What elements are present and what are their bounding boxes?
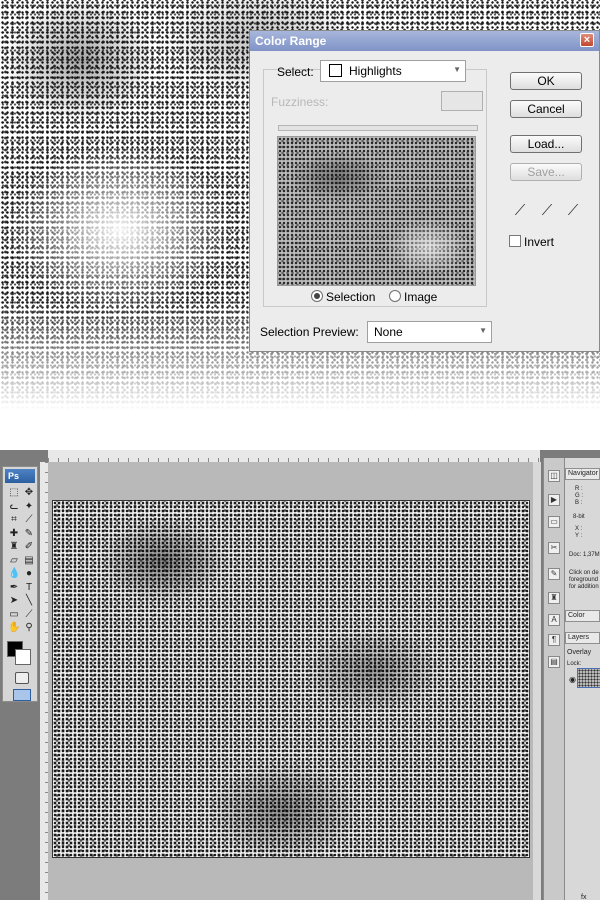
chevron-down-icon: ▼: [453, 65, 461, 74]
info-panel-icon[interactable]: ▭: [548, 516, 560, 528]
dialog-titlebar[interactable]: Color Range ×: [250, 31, 599, 51]
highlights-swatch-icon: [329, 64, 342, 77]
eraser-tool-icon[interactable]: ▱: [8, 555, 20, 567]
info-hint-line3: for addition: [569, 584, 599, 590]
history-brush-icon[interactable]: ✐: [23, 541, 35, 553]
info-r-label: R :: [575, 486, 583, 492]
invert-checkbox[interactable]: [509, 235, 521, 247]
fuzziness-label: Fuzziness:: [271, 95, 329, 109]
screen-mode-icon[interactable]: [13, 689, 31, 701]
hand-tool-icon[interactable]: ✋: [8, 622, 20, 634]
ps-logo: Ps: [5, 469, 35, 483]
select-dropdown[interactable]: Highlights ▼: [320, 60, 466, 82]
eyedropper-plus-icon[interactable]: ⟋: [538, 201, 556, 221]
gradient-tool-icon[interactable]: ▤: [23, 555, 35, 567]
move-tool-icon[interactable]: ✥: [23, 487, 35, 499]
eyedropper-minus-icon[interactable]: ⟋: [564, 201, 582, 221]
close-icon[interactable]: ×: [580, 33, 594, 47]
navigator-panel-icon[interactable]: ◫: [548, 470, 560, 482]
info-hint-line1: Click on de: [569, 570, 599, 576]
lock-label: Lock:: [567, 661, 582, 667]
ok-button[interactable]: OK: [510, 72, 582, 90]
chevron-down-icon: ▼: [479, 326, 487, 335]
panel-icon-strip: ◫ ▶ ▭ ✂ ✎ ♜ A ¶ ▤: [543, 458, 565, 900]
eye-visibility-icon[interactable]: ◉: [569, 676, 576, 684]
info-bit-depth: 8-bit: [573, 514, 585, 520]
image-radio-label: Image: [404, 290, 438, 304]
selection-preview-thumbnail: [277, 136, 476, 286]
stamp-tool-icon[interactable]: ♜: [8, 541, 20, 553]
line-tool-icon[interactable]: ╲: [23, 595, 35, 607]
selection-preview-value: None: [374, 325, 403, 339]
select-value: Highlights: [349, 64, 402, 78]
character-panel-icon[interactable]: A: [548, 614, 560, 626]
notes-tool-icon[interactable]: ▭: [8, 609, 20, 621]
info-hint-line2: foreground: [569, 577, 599, 583]
histogram-panel-icon[interactable]: ▶: [548, 494, 560, 506]
crop-tool-icon[interactable]: ⌗: [8, 514, 20, 526]
fuzziness-slider[interactable]: [278, 125, 478, 131]
notes-panel-icon[interactable]: ▤: [548, 656, 560, 668]
toolbox: Ps ⬚ ✥ ᓚ ✦ ⌗ ⟋ ✚ ✎ ♜ ✐ ▱ ▤ 💧 ● ✒ T ➤ ╲ ▭ ⟋ ✋ ⚲: [2, 466, 38, 702]
info-g-label: G :: [575, 493, 584, 499]
zoom-tool-icon[interactable]: ⚲: [23, 622, 35, 634]
background-color-swatch[interactable]: [15, 649, 31, 665]
fuzziness-input[interactable]: [441, 91, 483, 111]
selection-preview-label: Selection Preview:: [260, 325, 359, 339]
photoshop-workspace: Ps ⬚ ✥ ᓚ ✦ ⌗ ⟋ ✚ ✎ ♜ ✐ ▱ ▤ 💧 ● ✒ T ➤ ╲ ▭ ⟋ ✋ ⚲ ◫ ▶ ▭ ✂ ✎ ♜ A …: [0, 450, 600, 901]
load-button[interactable]: Load...: [510, 135, 582, 153]
clone-source-icon[interactable]: ♜: [548, 592, 560, 604]
healing-tool-icon[interactable]: ✚: [8, 528, 20, 540]
image-radio[interactable]: [389, 290, 401, 302]
type-tool-icon[interactable]: T: [23, 582, 35, 594]
save-button[interactable]: Save...: [510, 163, 582, 181]
tab-navigator[interactable]: Navigator: [565, 468, 600, 480]
info-x-label: X :: [575, 526, 583, 532]
color-range-dialog: Color Range × Select: Highlights ▼ Fuzzi…: [249, 30, 600, 352]
dodge-tool-icon[interactable]: ●: [23, 568, 35, 580]
dialog-title: Color Range: [255, 34, 327, 48]
cancel-button[interactable]: Cancel: [510, 100, 582, 118]
blend-mode-select[interactable]: Overlay: [567, 649, 591, 656]
document-canvas[interactable]: [52, 500, 530, 858]
pen-tool-icon[interactable]: ✒: [8, 582, 20, 594]
info-y-label: Y :: [575, 533, 583, 539]
info-doc-size: Doc: 1,37M: [569, 552, 600, 558]
selection-preview-dropdown[interactable]: None ▼: [367, 321, 492, 343]
tab-color[interactable]: Color: [565, 610, 600, 622]
tab-layers[interactable]: Layers: [565, 632, 600, 644]
invert-label: Invert: [524, 235, 555, 249]
quick-mask-icon[interactable]: [15, 672, 29, 684]
eyedropper-icon[interactable]: ⟋: [511, 201, 529, 221]
eyedropper-tool-icon[interactable]: ⟋: [23, 609, 35, 621]
brushes-panel-icon[interactable]: ✎: [548, 568, 560, 580]
vertical-scrollbar[interactable]: [533, 462, 541, 900]
blur-tool-icon[interactable]: 💧: [8, 568, 20, 580]
magic-wand-tool-icon[interactable]: ✦: [23, 501, 35, 513]
selection-radio-label: Selection: [326, 290, 376, 304]
info-b-label: B :: [575, 500, 583, 506]
marquee-tool-icon[interactable]: ⬚: [8, 487, 20, 499]
selection-radio[interactable]: [311, 290, 323, 302]
path-select-icon[interactable]: ➤: [8, 595, 20, 607]
panel-dock: Navigator R : G : B : 8-bit X : Y : Doc:…: [565, 458, 600, 901]
lasso-tool-icon[interactable]: ᓚ: [8, 501, 20, 513]
brush-tool-icon[interactable]: ✎: [23, 528, 35, 540]
paragraph-panel-icon[interactable]: ¶: [548, 634, 560, 646]
slice-tool-icon[interactable]: ⟋: [23, 514, 35, 526]
select-label: Select:: [277, 65, 314, 79]
layer-thumbnail[interactable]: [577, 668, 600, 688]
tool-presets-icon[interactable]: ✂: [548, 542, 560, 554]
